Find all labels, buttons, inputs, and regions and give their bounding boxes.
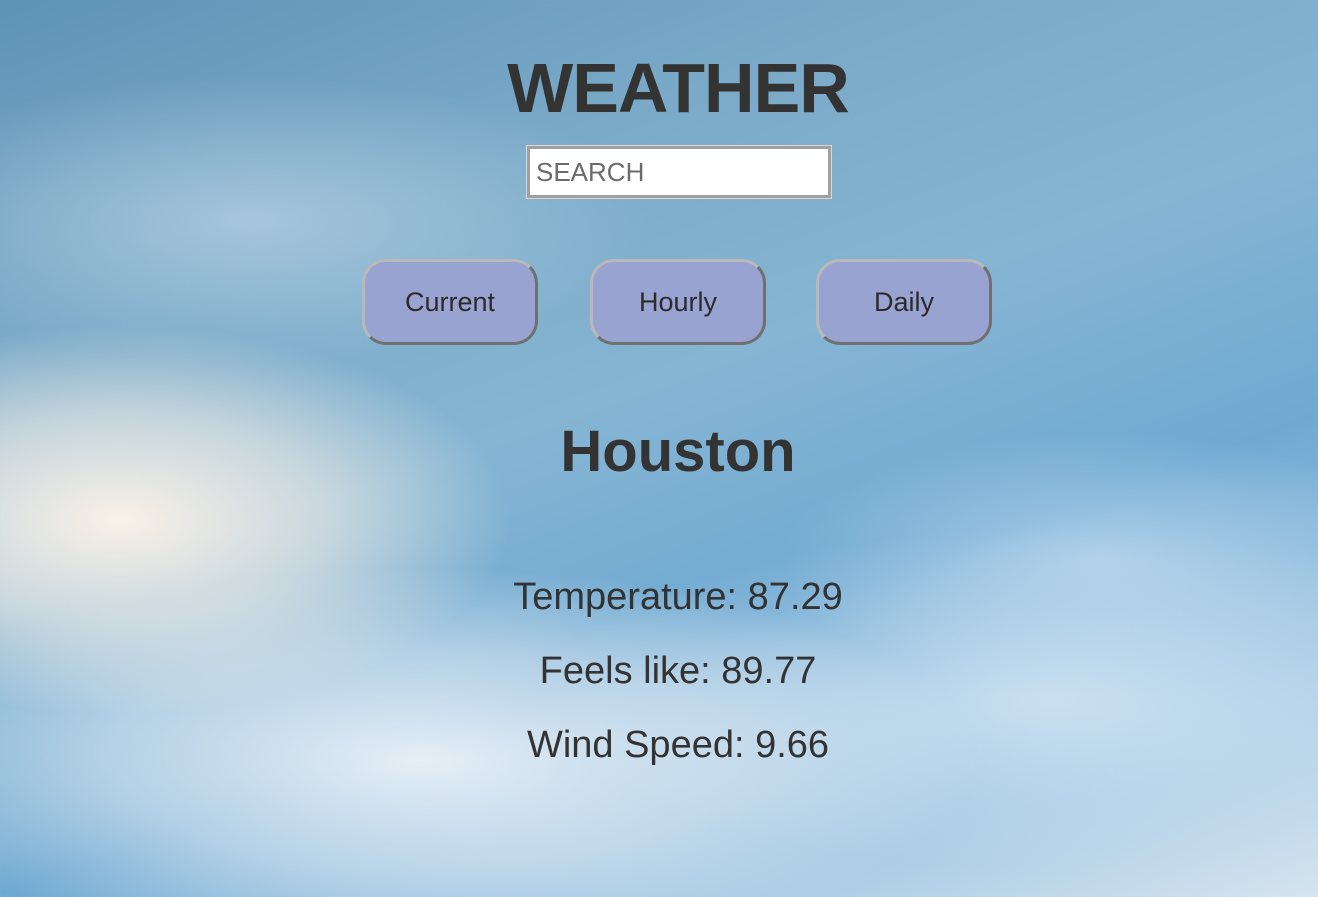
tab-hourly[interactable]: Hourly xyxy=(590,259,766,345)
page-title: WEATHER xyxy=(507,49,850,127)
city-name: Houston xyxy=(560,419,796,484)
wind-speed-value: Wind Speed: 9.66 xyxy=(526,724,830,766)
tab-current[interactable]: Current xyxy=(362,259,538,345)
weather-page: WEATHER Current Hourly Daily Houston Tem… xyxy=(0,0,1318,897)
temperature-value: Temperature: 87.29 xyxy=(513,576,843,618)
tab-daily[interactable]: Daily xyxy=(816,259,992,345)
search-box xyxy=(526,145,832,199)
feels-like-value: Feels like: 89.77 xyxy=(539,650,817,692)
forecast-tabs: Current Hourly Daily xyxy=(0,259,1318,349)
search-input[interactable] xyxy=(526,145,832,199)
